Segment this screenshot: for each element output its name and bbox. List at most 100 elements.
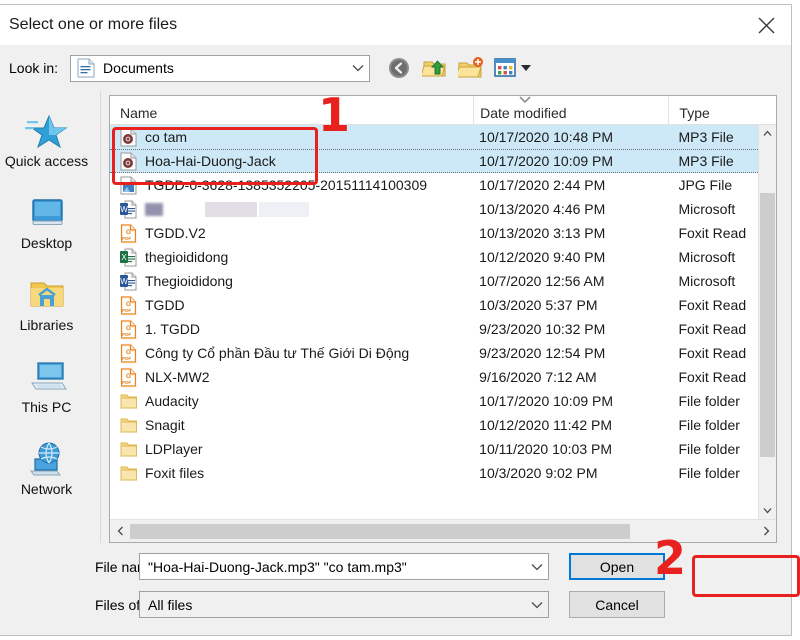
table-row[interactable]: Xthegioididong 10/12/2020 9:40 PM Microsof… [110, 245, 776, 269]
table-row[interactable]: Audacity 10/17/2020 10:09 PM File folder [110, 389, 776, 413]
place-desktop[interactable]: Desktop [0, 181, 100, 263]
new-folder-icon[interactable] [455, 55, 484, 81]
place-network[interactable]: Network [0, 427, 100, 509]
cell-date-modified: 9/16/2020 7:12 AM [479, 369, 597, 385]
cell-file-name: LDPlayer [110, 440, 473, 459]
cell-file-name: co tam [110, 128, 473, 147]
open-button-label: Open [599, 558, 635, 575]
table-row[interactable]: G PDF Công ty Cổ phần Đầu tư Thế Giới Di Đ… [110, 341, 776, 365]
svg-text:G: G [126, 373, 131, 380]
look-in-value: Documents [103, 60, 174, 76]
table-row[interactable]: G PDF TGDD.V2 10/13/2020 3:13 PM Foxit Read [110, 221, 776, 245]
place-this-pc[interactable]: This PC [0, 345, 100, 427]
cell-date-modified: 9/23/2020 12:54 PM [479, 345, 606, 361]
place-quick-access[interactable]: Quick access [0, 99, 100, 181]
svg-text:G: G [126, 349, 131, 356]
table-row[interactable]: Hoa-Hai-Duong-Jack 10/17/2020 10:09 PM MP3… [110, 149, 776, 173]
svg-text:PDF: PDF [122, 308, 131, 313]
cell-date-modified: 10/7/2020 12:56 AM [479, 273, 605, 289]
look-in-label: Look in: [9, 60, 59, 76]
pdf-file-icon: G PDF [120, 367, 137, 387]
place-libraries[interactable]: Libraries [0, 263, 100, 345]
close-icon [758, 17, 775, 34]
vertical-scrollbar-thumb[interactable] [760, 193, 775, 457]
views-dropdown-icon[interactable] [494, 57, 532, 79]
table-row[interactable]: Foxit files 10/3/2020 9:02 PM File folder [110, 461, 776, 485]
cell-date-modified: 10/17/2020 2:44 PM [479, 177, 606, 193]
cell-file-name: Hoa-Hai-Duong-Jack [110, 152, 473, 171]
files-of-type-combobox[interactable]: All files [139, 591, 549, 618]
table-row[interactable]: G PDF NLX-MW2 9/16/2020 7:12 AM Foxit Read [110, 365, 776, 389]
file-rows-viewport: co tam 10/17/2020 10:48 PM MP3 File Hoa-Hai… [110, 125, 776, 519]
scroll-up-button[interactable] [759, 125, 776, 142]
place-label: Libraries [19, 317, 74, 333]
column-header-label: Date modified [480, 105, 567, 121]
scroll-right-button[interactable] [756, 526, 776, 536]
file-name-text: thegioididong [145, 249, 229, 265]
cell-date-modified: 10/3/2020 9:02 PM [479, 465, 598, 481]
table-row[interactable]: G PDF 1. TGDD 9/23/2020 10:32 PM Foxit Read [110, 317, 776, 341]
svg-text:PDF: PDF [122, 380, 131, 385]
up-one-level-icon[interactable] [420, 55, 448, 81]
table-row[interactable]: W Thegioididong 10/7/2020 12:56 AM Microsof… [110, 269, 776, 293]
place-label: This PC [21, 399, 72, 415]
back-arrow-icon[interactable] [386, 55, 412, 81]
svg-text:G: G [126, 325, 131, 332]
cancel-button[interactable]: Cancel [569, 591, 665, 618]
file-name-text: TGDD-0-3628-1385352205-20151114100309 [145, 177, 428, 193]
file-name-text: Thegioididong [145, 273, 233, 289]
chevron-down-icon[interactable] [526, 563, 548, 571]
chevron-down-icon [347, 64, 369, 72]
dialog-title: Select one or more files [9, 16, 178, 33]
cell-file-name: W Thegioididong [110, 272, 473, 291]
file-list: Name Date modified Type co tam 10/17/2020… [109, 95, 777, 543]
pdf-file-icon: G PDF [120, 319, 137, 339]
file-name-text: NLX-MW2 [145, 369, 210, 385]
file-name-text: Audacity [145, 393, 199, 409]
cell-date-modified: 10/11/2020 10:03 PM [479, 441, 613, 457]
svg-text:G: G [126, 301, 131, 308]
column-header-name[interactable]: Name [110, 96, 473, 124]
scroll-down-button[interactable] [759, 502, 776, 519]
file-name-text: 1. TGDD [145, 321, 200, 337]
desktop-monitor-icon [25, 193, 69, 233]
column-header-date-modified[interactable]: Date modified [473, 96, 668, 124]
look-in-combobox[interactable]: Documents [70, 54, 371, 82]
navigation-toolbar: Look in: Documents [0, 45, 791, 91]
table-row[interactable]: Snagit 10/12/2020 11:42 PM File folder [110, 413, 776, 437]
table-row[interactable]: LDPlayer 10/11/2020 10:03 PM File folder [110, 437, 776, 461]
folder-icon [120, 440, 137, 459]
cell-date-modified: 10/17/2020 10:09 PM [479, 393, 614, 409]
vertical-scrollbar[interactable] [758, 125, 776, 519]
file-rows: co tam 10/17/2020 10:48 PM MP3 File Hoa-Hai… [110, 125, 776, 485]
svg-text:PDF: PDF [122, 236, 131, 241]
horizontal-scrollbar-thumb[interactable] [130, 523, 630, 539]
table-row[interactable]: TGDD-0-3628-1385352205-20151114100309 10/… [110, 173, 776, 197]
mp3-file-icon [120, 128, 137, 147]
svg-text:W: W [120, 277, 128, 286]
table-row[interactable]: co tam 10/17/2020 10:48 PM MP3 File [110, 125, 776, 149]
cell-file-name: Snagit [110, 416, 473, 435]
column-header-type[interactable]: Type [668, 96, 776, 124]
folder-icon [120, 416, 137, 435]
svg-text:G: G [126, 229, 131, 236]
scroll-left-button[interactable] [110, 526, 130, 536]
cell-file-name: G PDF TGDD.V2 [110, 223, 473, 243]
cell-date-modified: 10/17/2020 10:09 PM [479, 153, 614, 169]
open-button[interactable]: Open [569, 553, 665, 580]
place-label: Quick access [4, 153, 89, 169]
table-row[interactable]: W 10/13/2020 4:46 PM Microsoft [110, 197, 776, 221]
folder-icon [120, 464, 137, 483]
svg-text:X: X [121, 253, 127, 262]
file-name-input[interactable]: "Hoa-Hai-Duong-Jack.mp3" "co tam.mp3" [139, 553, 549, 580]
dialog-footer: File name: "Hoa-Hai-Duong-Jack.mp3" "co … [0, 543, 791, 618]
redacted-file-name [259, 201, 309, 217]
close-button[interactable] [741, 5, 791, 45]
horizontal-scrollbar[interactable] [110, 519, 776, 542]
cell-date-modified: 9/23/2020 10:32 PM [479, 321, 606, 337]
chevron-down-icon[interactable] [526, 601, 548, 609]
cancel-button-label: Cancel [595, 596, 639, 613]
title-bar: Select one or more files [0, 5, 791, 45]
files-of-type-label: Files of type: [95, 596, 175, 613]
table-row[interactable]: G PDF TGDD 10/3/2020 5:37 PM Foxit Read [110, 293, 776, 317]
